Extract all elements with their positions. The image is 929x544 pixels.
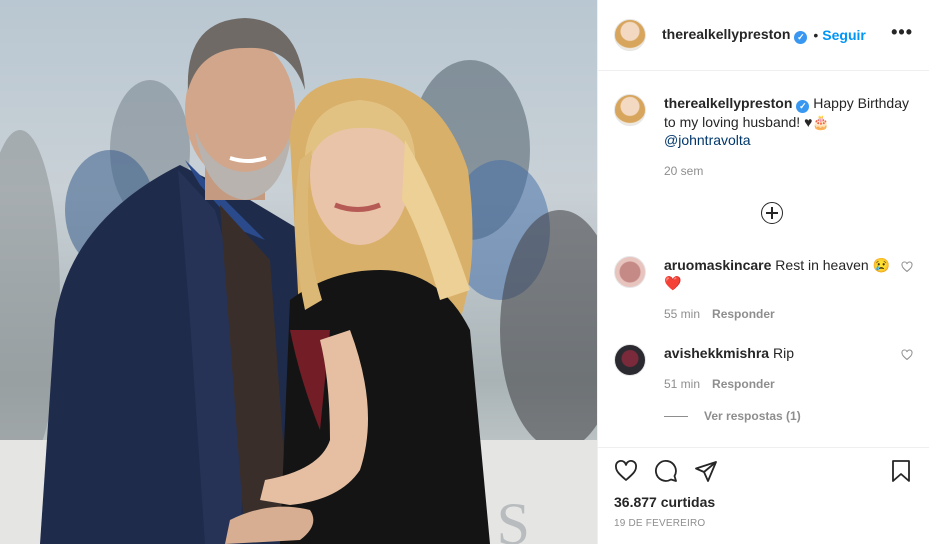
like-comment-heart-icon[interactable] [901, 349, 913, 361]
commenter-avatar[interactable] [614, 344, 646, 376]
follow-button[interactable]: Seguir [822, 27, 866, 43]
like-heart-icon[interactable] [614, 459, 638, 483]
heart-emoji-icon: ❤️ [664, 275, 682, 291]
comment-username[interactable]: aruomaskincare [664, 257, 771, 273]
comment-item: aruomaskincare Rest in heaven 😢 ❤️ 55 mi… [614, 256, 913, 323]
save-bookmark-icon[interactable] [889, 459, 913, 483]
comments-list[interactable]: therealkellypreston ✓ Happy Birthday to m… [598, 72, 929, 447]
comment-text: Rip [772, 345, 794, 361]
post-footer: 36.877 curtidas 19 DE FEVEREIRO [598, 447, 929, 544]
cake-emoji-icon: 🎂 [812, 114, 830, 130]
separator-dot: • [813, 27, 819, 43]
load-more-comments-icon[interactable] [761, 202, 783, 224]
comment-item: avishekkmishra Rip 51 min Responder [614, 344, 913, 393]
caption-meta: 20 sem [664, 162, 913, 180]
comment-time[interactable]: 55 min [664, 305, 700, 323]
commenter-avatar[interactable] [614, 256, 646, 288]
comment-meta: 55 min Responder [664, 305, 913, 323]
view-replies-label: Ver respostas (1) [704, 409, 801, 423]
comment-username[interactable]: avishekkmishra [664, 345, 769, 361]
caption-time[interactable]: 20 sem [664, 162, 703, 180]
post-date[interactable]: 19 DE FEVEREIRO [614, 518, 913, 529]
like-comment-heart-icon[interactable] [901, 261, 913, 273]
author-username-text[interactable]: therealkellypreston [662, 26, 790, 42]
more-options-icon[interactable]: ••• [891, 23, 913, 43]
comment-bubble-icon[interactable] [654, 459, 678, 483]
comment-body: aruomaskincare Rest in heaven 😢 ❤️ 55 mi… [664, 256, 913, 323]
comment-text: Rest in heaven 😢 [775, 257, 891, 273]
comment-time[interactable]: 51 min [664, 375, 700, 393]
share-paper-plane-icon[interactable] [694, 459, 718, 483]
post-side-panel: therealkellypreston ✓ • Seguir ••• therea… [597, 0, 929, 544]
reply-button[interactable]: Responder [712, 375, 775, 393]
likes-count[interactable]: 36.877 curtidas [614, 494, 913, 510]
post-header: therealkellypreston ✓ • Seguir ••• [598, 0, 929, 71]
reply-button[interactable]: Responder [712, 305, 775, 323]
view-replies-button[interactable]: Ver respostas (1) [664, 409, 801, 423]
caption-avatar[interactable] [614, 94, 646, 126]
verified-badge-icon: ✓ [794, 31, 808, 44]
comment-meta: 51 min Responder [664, 375, 913, 393]
author-username[interactable]: therealkellypreston ✓ [662, 26, 808, 44]
view-replies-line [664, 415, 688, 417]
caption-username[interactable]: therealkellypreston [664, 95, 792, 111]
verified-badge-icon: ✓ [796, 100, 810, 113]
caption-body: therealkellypreston ✓ Happy Birthday to m… [664, 94, 913, 180]
mention-link[interactable]: @johntravolta [664, 132, 751, 148]
action-bar [614, 448, 913, 494]
post-photo[interactable]: ES [0, 0, 597, 544]
comment-body: avishekkmishra Rip 51 min Responder [664, 344, 913, 393]
caption: therealkellypreston ✓ Happy Birthday to m… [614, 94, 913, 180]
author-avatar[interactable] [614, 19, 646, 51]
post-photo-illustration: ES [0, 18, 597, 544]
